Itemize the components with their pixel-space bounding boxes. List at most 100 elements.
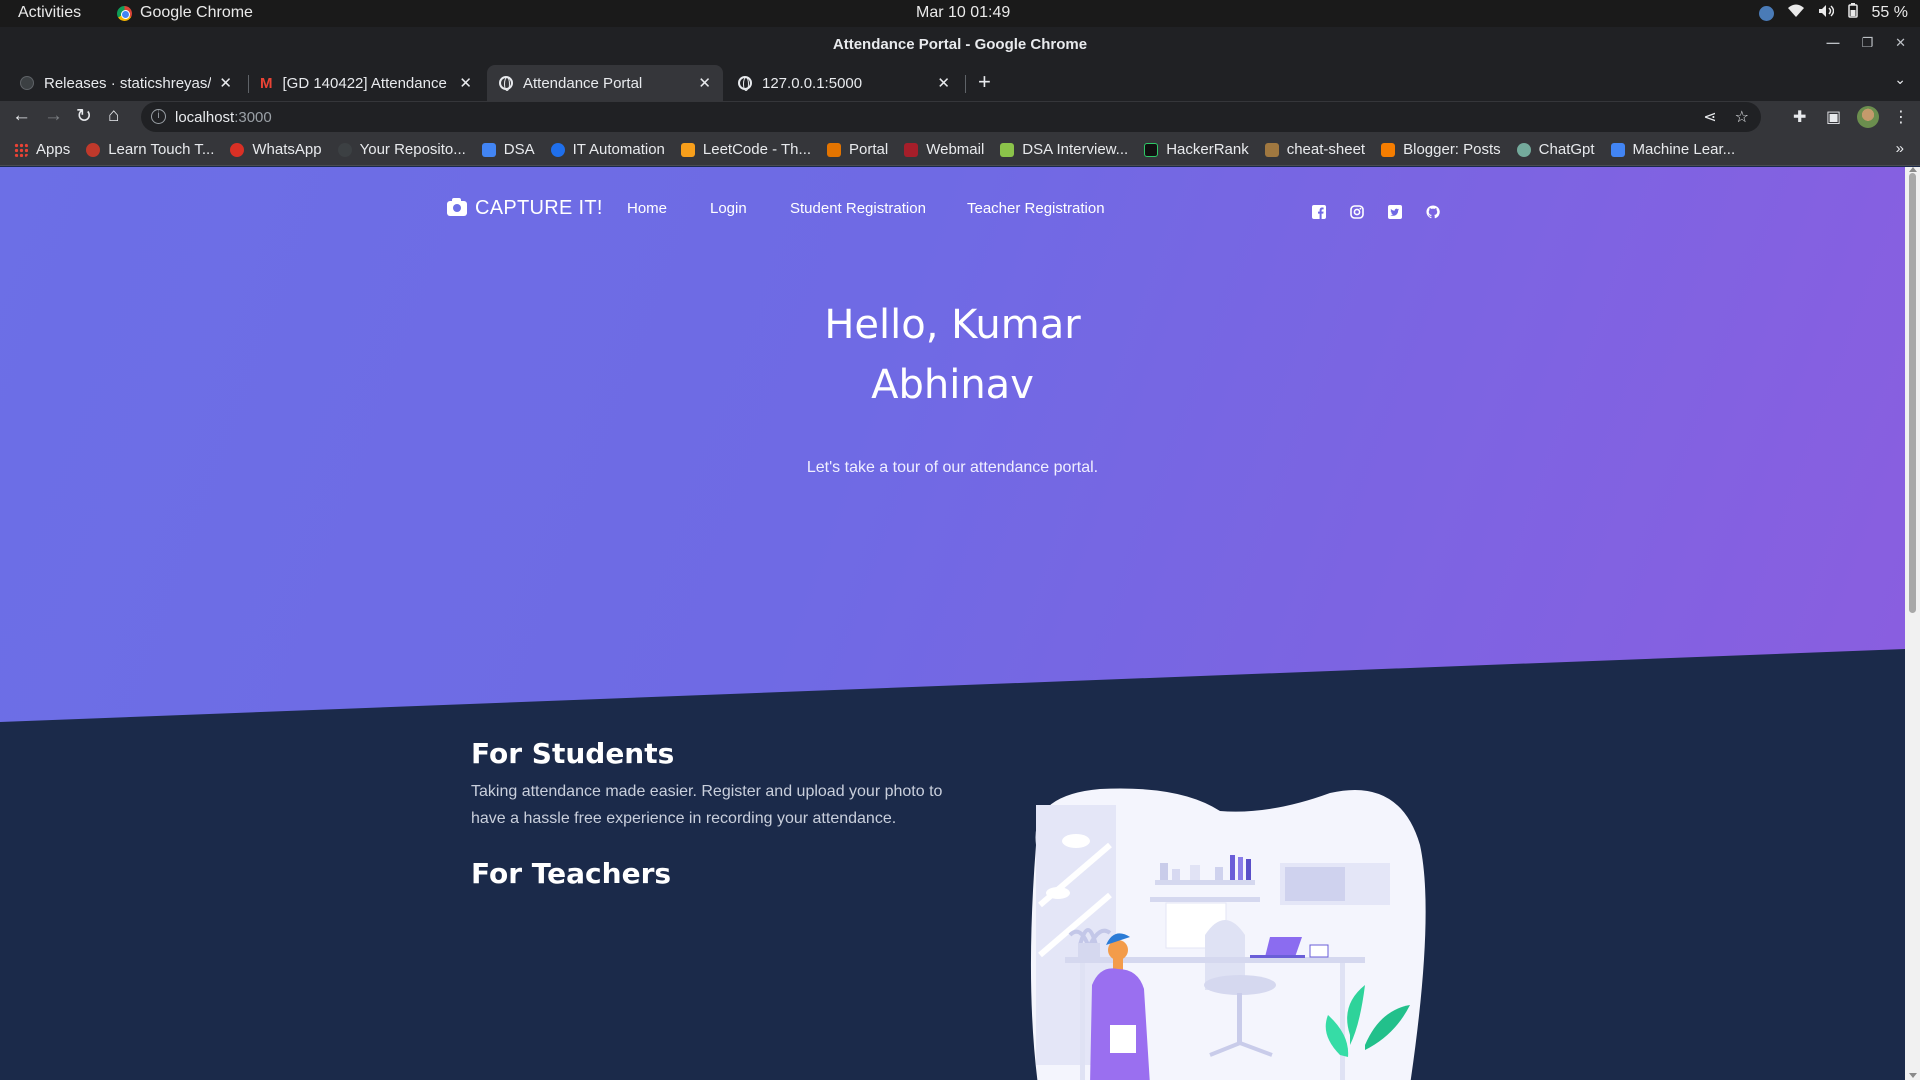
scroll-down-icon[interactable] — [1909, 1073, 1917, 1078]
github-icon — [20, 76, 34, 90]
forward-button[interactable]: → — [44, 105, 63, 127]
instagram-icon[interactable] — [1350, 205, 1364, 219]
bookmark-star-icon[interactable]: ☆ — [1735, 107, 1749, 127]
battery-percent: 55 % — [1871, 4, 1908, 21]
close-icon[interactable]: ✕ — [1895, 35, 1906, 51]
share-icon[interactable]: ⋖ — [1703, 107, 1716, 127]
home-button[interactable]: ⌂ — [108, 105, 119, 127]
nav-student-registration[interactable]: Student Registration — [790, 200, 926, 217]
camera-icon — [447, 198, 467, 216]
activities-button[interactable]: Activities — [18, 4, 81, 22]
bookmark-dsa[interactable]: DSA — [481, 141, 535, 158]
blogger-icon — [1381, 142, 1396, 157]
bookmark-learn-touch-typing[interactable]: Learn Touch T... — [86, 141, 214, 158]
site-brand[interactable]: CAPTURE IT! — [447, 197, 603, 220]
globe-icon — [738, 76, 752, 91]
globe-icon — [499, 76, 513, 91]
bookmarks-bar: Apps Learn Touch T... WhatsApp Your Repo… — [0, 134, 1920, 166]
status-icon — [1758, 5, 1774, 21]
tab-search-icon[interactable]: ⌄ — [1894, 71, 1906, 88]
bookmark-machine-learning[interactable]: Machine Lear... — [1610, 141, 1735, 158]
more-bookmarks-icon[interactable]: » — [1896, 140, 1904, 157]
nav-teacher-registration[interactable]: Teacher Registration — [967, 200, 1105, 217]
battery-icon — [1847, 3, 1858, 23]
teachers-title: For Teachers — [471, 857, 672, 890]
browser-toolbar: ← → ↻ ⌂ i localhost:3000 ⋖ ☆ ✚ ▣ ⋮ — [0, 101, 1920, 134]
tab-title: [GD 140422] Attendance F — [282, 74, 452, 92]
bookmark-cheat-sheet[interactable]: cheat-sheet — [1264, 141, 1365, 158]
tab-close-icon[interactable]: ✕ — [937, 74, 950, 92]
window-titlebar[interactable]: Attendance Portal - Google Chrome — ❐ ✕ — [0, 27, 1920, 63]
office-illustration — [1010, 785, 1510, 1080]
app-name: Google Chrome — [140, 4, 253, 21]
bookmark-whatsapp[interactable]: WhatsApp — [230, 141, 322, 158]
side-panel-icon[interactable]: ▣ — [1826, 107, 1841, 127]
mountain-icon — [1000, 142, 1015, 157]
chatgpt-icon — [1516, 142, 1531, 157]
whatsapp-icon — [230, 142, 245, 157]
bookmark-it-automation[interactable]: IT Automation — [550, 141, 665, 158]
tab-gmail[interactable]: M [GD 140422] Attendance F ✕ — [248, 65, 484, 101]
tab-close-icon[interactable]: ✕ — [698, 74, 711, 92]
tab-localhost-5000[interactable]: 127.0.0.1:5000 ✕ — [726, 65, 962, 101]
nav-home[interactable]: Home — [627, 200, 667, 217]
page-scrollbar[interactable] — [1905, 167, 1920, 1080]
coursera-icon — [550, 142, 565, 157]
volume-icon — [1818, 4, 1834, 23]
bookmark-hackerrank[interactable]: HackerRank — [1144, 141, 1249, 158]
tab-releases[interactable]: Releases · staticshreyas/A ✕ — [8, 65, 244, 101]
scrollbar-thumb[interactable] — [1909, 173, 1916, 613]
hero-section — [0, 167, 1905, 722]
bookmark-portal[interactable]: Portal — [827, 141, 888, 158]
app-menu[interactable]: Google Chrome — [117, 4, 253, 22]
docs-icon — [1610, 142, 1625, 157]
nav-login[interactable]: Login — [710, 200, 747, 217]
chrome-menu-icon[interactable]: ⋮ — [1893, 107, 1909, 127]
profile-avatar[interactable] — [1857, 106, 1879, 128]
cheatsheet-icon — [1264, 142, 1279, 157]
bookmark-leetcode[interactable]: LeetCode - Th... — [680, 141, 811, 158]
brand-name: CAPTURE IT! — [475, 197, 603, 219]
bookmark-chatgpt[interactable]: ChatGpt — [1516, 141, 1595, 158]
clock[interactable]: Mar 10 01:49 — [916, 4, 1010, 22]
twitter-icon[interactable] — [1388, 205, 1402, 219]
address-bar[interactable]: i localhost:3000 ⋖ ☆ — [141, 102, 1761, 132]
back-button[interactable]: ← — [12, 105, 31, 127]
webmail-icon — [904, 142, 919, 157]
facebook-icon[interactable] — [1312, 205, 1326, 219]
maximize-icon[interactable]: ❐ — [1861, 35, 1873, 51]
new-tab-button[interactable]: + — [978, 69, 991, 95]
keyboard-icon — [86, 142, 101, 157]
url-text[interactable]: localhost:3000 — [175, 109, 272, 126]
system-tray[interactable]: 55 % — [1758, 3, 1908, 23]
bookmark-webmail[interactable]: Webmail — [904, 141, 984, 158]
bookmark-dsa-interview[interactable]: DSA Interview... — [1000, 141, 1128, 158]
tab-close-icon[interactable]: ✕ — [219, 74, 232, 92]
apps-grid-icon — [14, 142, 28, 157]
wifi-icon — [1787, 4, 1804, 23]
scroll-up-icon[interactable] — [1909, 167, 1917, 172]
tab-attendance-portal[interactable]: Attendance Portal ✕ — [487, 65, 723, 101]
greeting-line-2: Abhinav — [871, 362, 1034, 408]
reload-button[interactable]: ↻ — [76, 105, 92, 128]
bookmark-icon — [481, 142, 496, 157]
window-title: Attendance Portal - Google Chrome — [832, 36, 1088, 53]
minimize-icon[interactable]: — — [1826, 35, 1839, 51]
system-top-bar: Activities Google Chrome Mar 10 01:49 55… — [0, 0, 1920, 27]
greeting-heading: Hello, Kumar Abhinav — [0, 295, 1905, 415]
hackerrank-icon — [1144, 142, 1159, 157]
tab-close-icon[interactable]: ✕ — [459, 74, 472, 92]
portal-icon — [827, 142, 842, 157]
bookmark-your-repositories[interactable]: Your Reposito... — [337, 141, 466, 158]
tab-title: Releases · staticshreyas/A — [44, 74, 212, 92]
gmail-icon: M — [260, 74, 273, 92]
site-info-icon[interactable]: i — [151, 109, 166, 124]
tab-title: Attendance Portal — [523, 74, 643, 92]
leetcode-icon — [680, 142, 695, 157]
students-description: Taking attendance made easier. Register … — [471, 783, 943, 827]
chrome-icon — [117, 5, 132, 21]
extensions-icon[interactable]: ✚ — [1793, 107, 1806, 127]
bookmark-blogger[interactable]: Blogger: Posts — [1381, 141, 1501, 158]
github-icon[interactable] — [1426, 205, 1440, 219]
bookmark-apps[interactable]: Apps — [14, 141, 70, 158]
